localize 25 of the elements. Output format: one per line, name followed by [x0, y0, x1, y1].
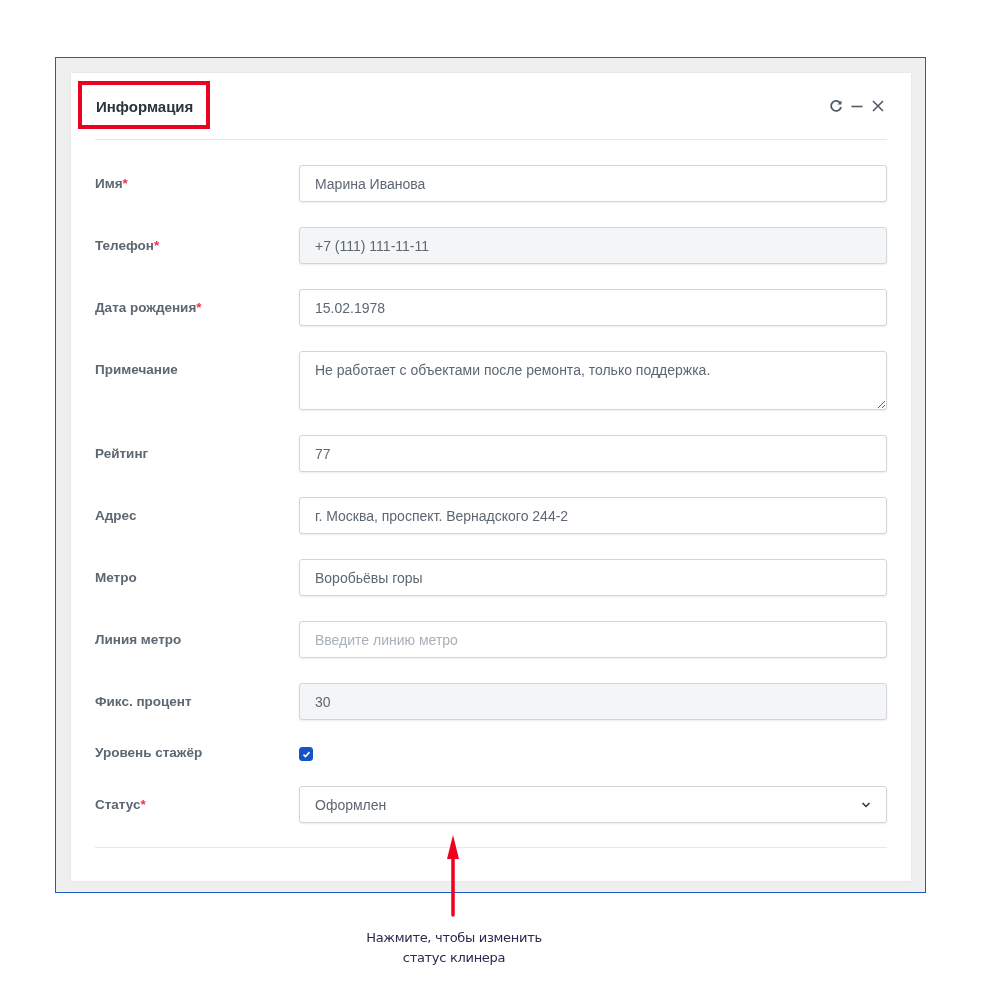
field-label: Имя*: [95, 175, 129, 191]
field-label: Рейтинг: [95, 445, 150, 461]
close-icon[interactable]: [871, 99, 885, 113]
field-label: Фикс. процент: [95, 693, 193, 709]
note-field[interactable]: Не работает с объектами после ремонта, только поддержка.: [299, 351, 887, 410]
field-label: Уровень стажёр: [95, 745, 204, 760]
text-field[interactable]: Введите линию метро: [299, 621, 887, 658]
field-label: Линия метро: [95, 631, 183, 647]
field-label: Дата рождения*: [95, 299, 203, 315]
annotation-caption: Нажмите, чтобы изменить статус клинера: [365, 929, 543, 967]
text-field[interactable]: г. Москва, проспект. Вернадского 244-2: [299, 497, 887, 534]
text-field[interactable]: Воробьёвы горы: [299, 559, 887, 596]
checkbox[interactable]: [299, 747, 313, 761]
status-dropdown[interactable]: Оформлен: [299, 786, 887, 823]
refresh-icon[interactable]: [829, 99, 843, 113]
field-label: Телефон*: [95, 237, 161, 253]
field-label: Примечание: [95, 361, 179, 377]
field-label: Метро: [95, 569, 138, 585]
text-field[interactable]: 77: [299, 435, 887, 472]
field-label: Адрес: [95, 507, 138, 523]
text-field[interactable]: Марина Иванова: [299, 165, 887, 202]
check-icon: [301, 749, 311, 759]
field-label: Статус*: [95, 796, 147, 812]
panel-title: Информация: [95, 97, 194, 115]
text-field[interactable]: 15.02.1978: [299, 289, 887, 326]
